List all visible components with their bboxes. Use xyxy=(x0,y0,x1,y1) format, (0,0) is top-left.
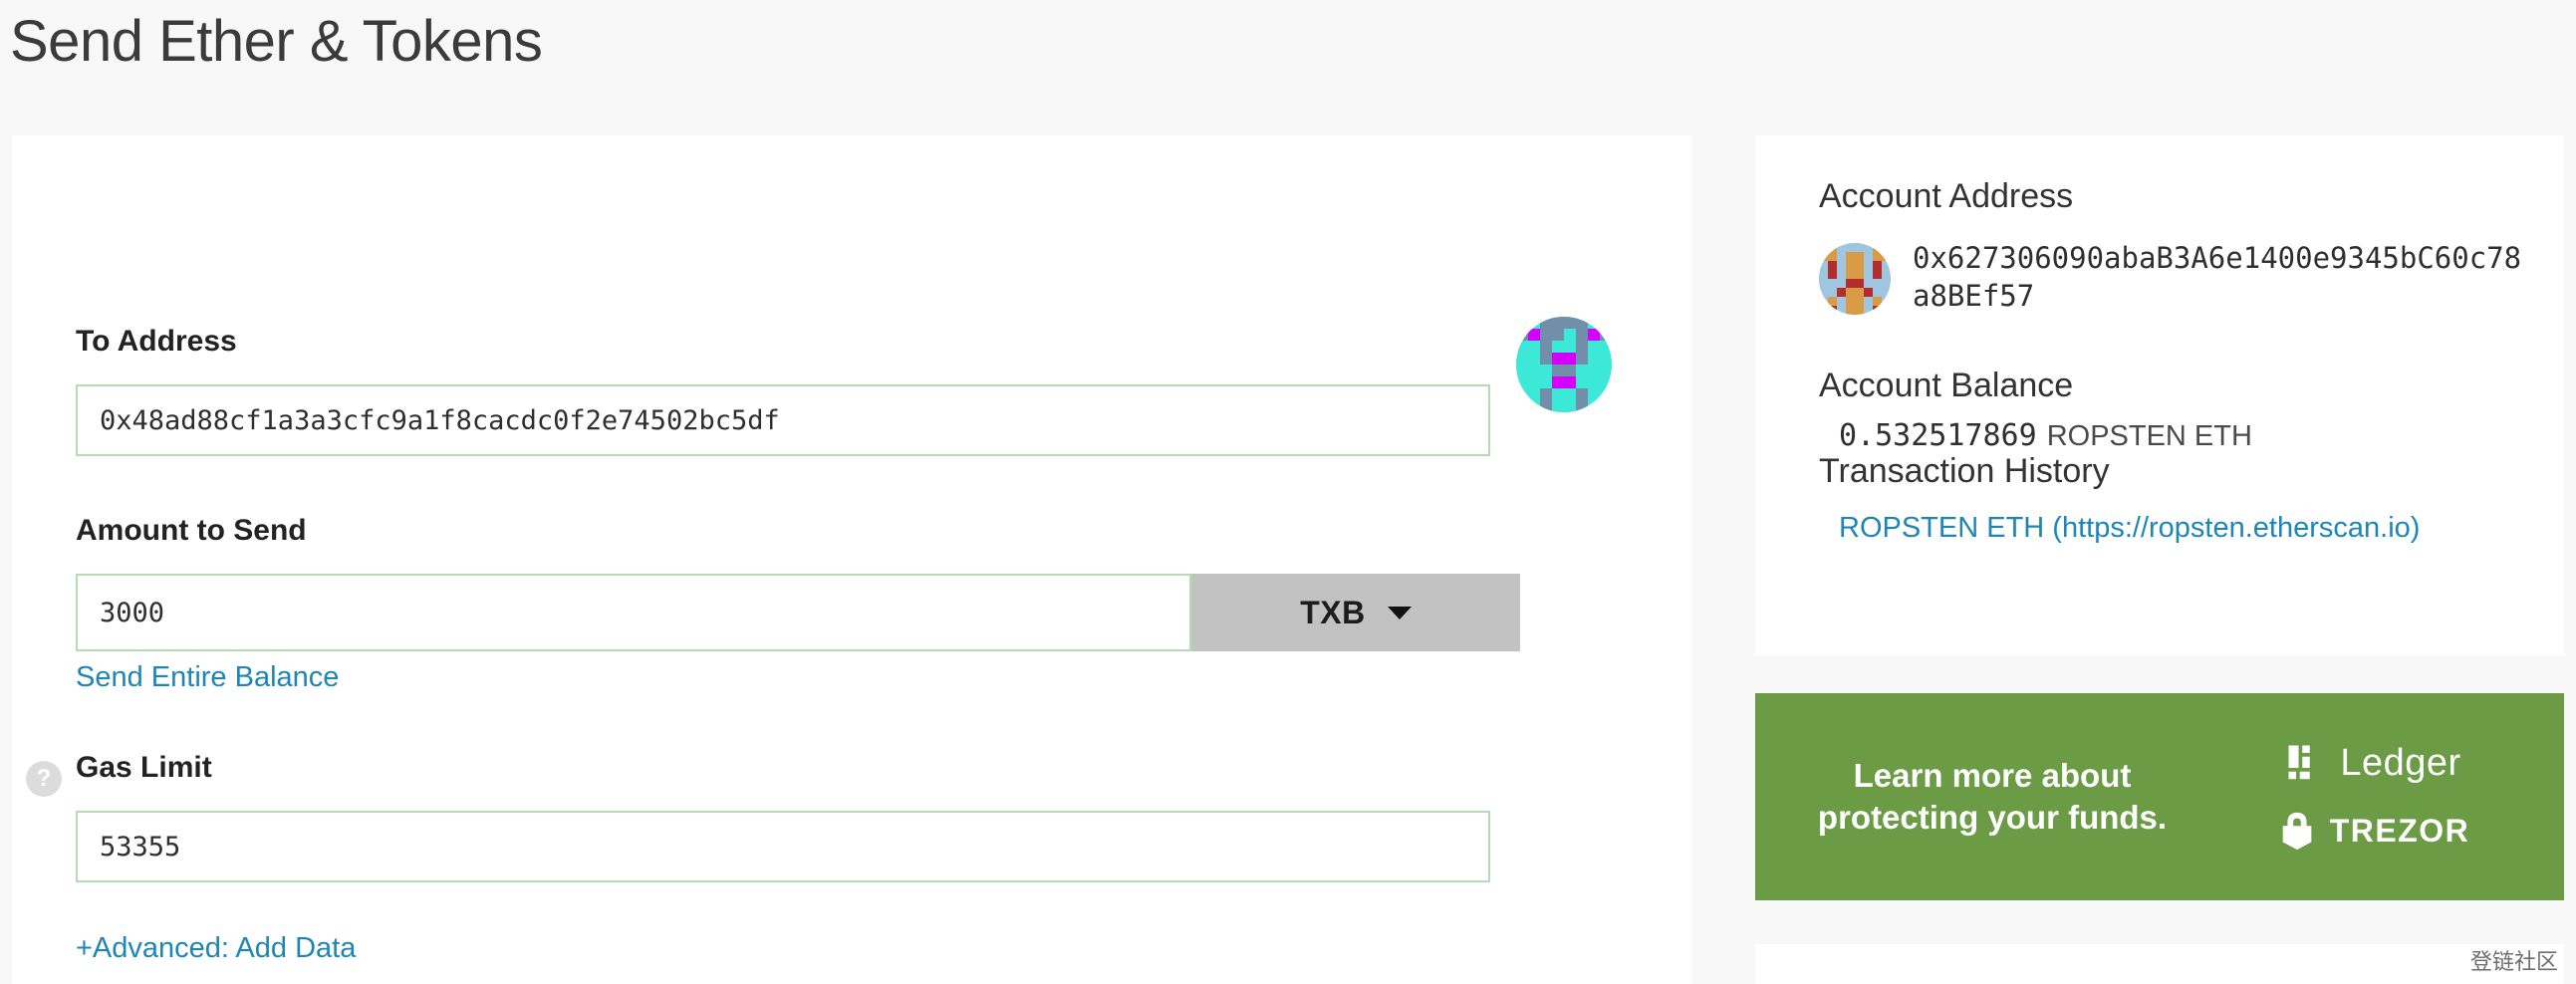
trezor-logo: TREZOR xyxy=(2278,811,2470,853)
gas-limit-label: Gas Limit xyxy=(76,751,212,784)
transaction-history-heading: Transaction History xyxy=(1819,452,2110,490)
app-page: Send Ether & Tokens To Address 0x48ad88c… xyxy=(0,0,2576,984)
ledger-label: Ledger xyxy=(2340,741,2461,784)
account-address-heading: Account Address xyxy=(1819,177,2074,215)
account-identicon-avatar xyxy=(1819,243,1891,315)
account-address-row: 0x627306090abaB3A6e1400e9345bC60c78a8BEf… xyxy=(1819,239,2530,315)
send-entire-balance-link[interactable]: Send Entire Balance xyxy=(76,661,339,694)
chevron-down-icon xyxy=(1387,606,1412,619)
page-title: Send Ether & Tokens xyxy=(10,9,543,74)
amount-input[interactable] xyxy=(76,574,1191,651)
token-select-dropdown[interactable]: TXB xyxy=(1191,574,1520,651)
watermark-label: 登链社区 xyxy=(2469,950,2558,975)
ledger-logo-icon xyxy=(2288,745,2311,780)
promo-logos: Ledger TREZOR xyxy=(2184,742,2564,853)
advanced-add-data-link[interactable]: +Advanced: Add Data xyxy=(76,932,356,965)
account-info-card: Account Address 0x627306090abaB3A6e1400e… xyxy=(1755,135,2564,655)
token-select-label: TXB xyxy=(1300,594,1366,630)
account-balance-row: 0.532517869 ROPSTEN ETH xyxy=(1839,418,2252,453)
account-identicon-svg xyxy=(1819,243,1891,315)
account-balance-heading: Account Balance xyxy=(1819,367,2074,404)
account-balance-amount: 0.532517869 xyxy=(1839,418,2037,453)
trezor-lock-icon xyxy=(2282,812,2312,850)
recipient-identicon-avatar xyxy=(1516,317,1612,412)
amount-field-group: Amount to Send TXB xyxy=(76,514,1520,651)
gas-limit-input[interactable] xyxy=(76,811,1490,882)
identicon-svg xyxy=(1516,317,1612,412)
to-address-field-group: To Address xyxy=(76,325,1490,456)
trezor-label: TREZOR xyxy=(2329,813,2470,849)
to-address-label: To Address xyxy=(76,325,237,358)
gas-limit-help-icon[interactable]: ? xyxy=(26,761,62,797)
promo-text: Learn more about protecting your funds. xyxy=(1817,757,2168,836)
hardware-wallet-promo-banner[interactable]: Learn more about protecting your funds. … xyxy=(1755,693,2564,900)
bottom-panel xyxy=(1755,944,2564,984)
account-balance-unit: ROPSTEN ETH xyxy=(2046,420,2252,452)
to-address-input[interactable] xyxy=(76,384,1490,456)
gas-limit-field-group: Gas Limit xyxy=(76,751,1490,882)
amount-input-row: TXB xyxy=(76,574,1520,651)
transaction-history-link[interactable]: ROPSTEN ETH (https://ropsten.etherscan.i… xyxy=(1839,512,2420,545)
ledger-logo: Ledger xyxy=(2286,742,2460,785)
amount-label: Amount to Send xyxy=(76,514,307,547)
account-address-value: 0x627306090abaB3A6e1400e9345bC60c78a8BEf… xyxy=(1913,241,2522,313)
send-form-card: To Address 0x48ad88cf1a3a3cfc9a1f8cacdc0… xyxy=(12,135,1691,984)
